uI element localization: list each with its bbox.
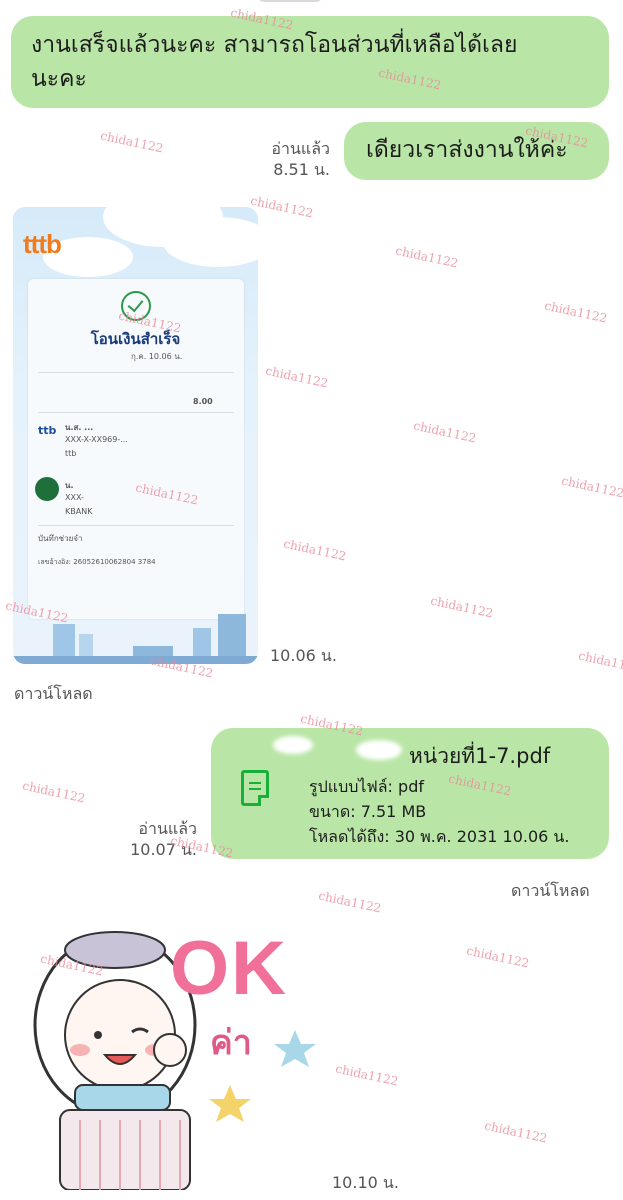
watermark: chida1122 — [483, 1118, 549, 1146]
sticker-ok-text: OK — [170, 926, 288, 1011]
memo-label: บันทึกช่วยจำ — [38, 534, 83, 543]
receiver-bank: KBANK — [65, 507, 93, 516]
pdf-file-icon — [241, 770, 269, 806]
slip-title: โอนเงินสำเร็จ — [90, 330, 181, 348]
message-text: เดียวเราส่งงานให้ค่ะ — [366, 137, 568, 163]
watermark: chida1122 — [282, 536, 348, 564]
watermark: chida1122 — [412, 418, 478, 446]
file-message-bubble[interactable]: หน่วยที่1-7.pdf รูปแบบไฟล์: pdf ขนาด: 7.… — [211, 728, 609, 859]
watermark: chida1122 — [334, 1061, 400, 1089]
sticker-time: 10.10 น. — [332, 1173, 399, 1192]
file-expiry: โหลดได้ถึง: 30 พ.ค. 2031 10.06 น. — [309, 827, 570, 846]
file-size: ขนาด: 7.51 MB — [309, 802, 427, 821]
download-link[interactable]: ดาวน์โหลด — [14, 682, 93, 707]
file-name: หน่วยที่1-7.pdf — [409, 744, 551, 768]
file-download-link[interactable]: ดาวน์โหลด — [511, 879, 590, 904]
receiver-bank-logo — [35, 477, 59, 501]
outgoing-message-bubble[interactable]: เดียวเราส่งงานให้ค่ะ — [344, 122, 609, 180]
message-time: 8.51 น. — [273, 160, 330, 179]
watermark: chida1122 — [577, 648, 623, 676]
watermark: chida1122 — [465, 943, 531, 971]
slip-amount: 8.00 — [193, 397, 213, 406]
transfer-slip-image[interactable]: tttb โอนเงินสำเร็จ กุ.ค. 10.06 น. 8.00 t… — [13, 207, 258, 664]
sender-name: น.ส. ... — [65, 423, 94, 432]
watermark: chida1122 — [543, 298, 609, 326]
slip-time: 10.06 น. — [270, 646, 337, 665]
message-text-line-1: งานเสร็จแล้วนะคะ สามารถโอนส่วนที่เหลือได… — [31, 32, 518, 58]
receiver-account: XXX- — [65, 493, 84, 502]
watermark: chida1122 — [317, 888, 383, 916]
watermark: chida1122 — [249, 193, 315, 221]
receiver-name: น. — [65, 481, 74, 490]
watermark: chida1122 — [264, 363, 330, 391]
slip-date: กุ.ค. 10.06 น. — [131, 352, 183, 361]
sender-bank-logo: ttb — [38, 424, 57, 437]
incoming-message-bubble[interactable]: งานเสร็จแล้วนะคะ สามารถโอนส่วนที่เหลือได… — [11, 16, 609, 108]
watermark: chida1122 — [99, 128, 165, 156]
watermark: chida1122 — [394, 243, 460, 271]
read-receipt: อ่านแล้ว 8.51 น. — [240, 138, 330, 180]
file-format: รูปแบบไฟล์: pdf — [309, 777, 424, 796]
file-read-receipt: อ่านแล้ว 10.07 น. — [100, 818, 197, 860]
reference-number: เลขอ้างอิง: 26052610062804 3784 — [38, 558, 156, 566]
sender-bank: ttb — [65, 449, 77, 458]
bank-logo: tttb — [23, 229, 62, 259]
watermark: chida1122 — [560, 473, 623, 501]
ok-sticker[interactable]: OK ค่า — [20, 920, 340, 1191]
sender-account: XXX-X-XX969-... — [65, 435, 128, 444]
sticker-ka-text: ค่า — [210, 1023, 252, 1063]
previous-bubble-edge — [255, 0, 325, 2]
message-text-line-2: นะคะ — [31, 66, 87, 92]
success-check-icon — [121, 291, 151, 321]
watermark: chida1122 — [21, 778, 87, 806]
watermark: chida1122 — [429, 593, 495, 621]
file-message-time: 10.07 น. — [130, 840, 197, 859]
